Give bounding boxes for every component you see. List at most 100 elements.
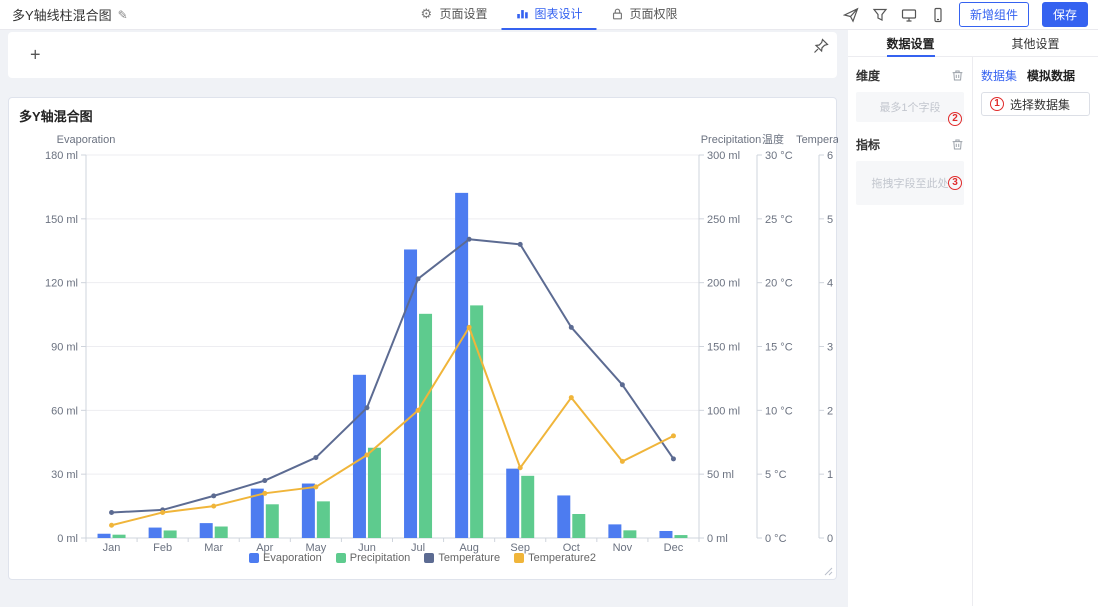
bar-series-Evaporation — [98, 193, 673, 538]
axis-tick-label: 0 ml — [57, 533, 78, 545]
tab-chart-design[interactable]: 图表设计 — [501, 0, 596, 30]
axis-tick-label: 300 ml — [707, 150, 740, 162]
chart-widget-card[interactable]: 多Y轴混合图 0 ml30 ml60 ml90 ml120 ml150 ml18… — [8, 97, 837, 580]
legend-swatch — [336, 553, 346, 563]
axis-tick-label: 50 ml — [707, 469, 734, 481]
mobile-preview-icon[interactable] — [930, 7, 946, 23]
desktop-preview-icon[interactable] — [901, 7, 917, 23]
axis-tick-label: 180 ml — [45, 150, 78, 162]
axis-tick-label: 150 ml — [707, 342, 740, 354]
line-point — [620, 382, 625, 387]
line-point — [160, 510, 165, 515]
axis-tick-label: 0 — [827, 533, 833, 545]
dimension-trash-icon[interactable] — [951, 69, 964, 82]
header-tab-bar: ⚙ 页面设置 图表设计 页面权限 — [406, 0, 691, 30]
dataset-select[interactable]: 1 选择数据集 — [981, 92, 1090, 116]
legend-item[interactable]: Precipitation — [336, 552, 411, 564]
tab-page-permissions[interactable]: 页面权限 — [597, 0, 692, 30]
line-point — [671, 433, 676, 438]
tab-page-settings[interactable]: ⚙ 页面设置 — [406, 0, 501, 30]
line-point — [620, 459, 625, 464]
save-button[interactable]: 保存 — [1042, 2, 1088, 27]
mock-data-tab[interactable]: 模拟数据 — [1027, 67, 1075, 84]
publish-send-icon[interactable] — [843, 7, 859, 23]
bar — [215, 527, 228, 538]
legend-label: Precipitation — [350, 552, 411, 564]
pin-icon[interactable] — [813, 38, 829, 54]
line-point — [671, 456, 676, 461]
page-title: 多Y轴线柱混合图 — [12, 5, 112, 24]
metric-dropzone[interactable]: 拖拽字段至此处 3 — [856, 161, 964, 205]
axis-tick-label: 120 ml — [45, 278, 78, 290]
axis-tick-label: 4 — [827, 278, 833, 290]
line-point — [518, 242, 523, 247]
legend-item[interactable]: Temperature — [424, 552, 500, 564]
tab-data-settings[interactable]: 数据设置 — [848, 30, 973, 56]
line-point — [569, 325, 574, 330]
edit-title-icon[interactable]: ✎ — [118, 8, 128, 22]
chart-plot: 0 ml30 ml60 ml90 ml120 ml150 ml180 mlEva… — [9, 98, 838, 581]
empty-component-panel[interactable]: + — [8, 32, 837, 78]
legend-label: Evaporation — [263, 552, 322, 564]
axis-name: Evaporation — [57, 134, 116, 146]
line-point — [569, 395, 574, 400]
axis-name: Temperat — [796, 134, 838, 146]
legend-item[interactable]: Evaporation — [249, 552, 322, 564]
field-config-column: 维度 最多1个字段 2 指标 拖拽字段至 — [848, 57, 973, 606]
bar — [200, 523, 213, 538]
tab-other-settings[interactable]: 其他设置 — [973, 30, 1098, 56]
line-point — [467, 325, 472, 330]
bar — [164, 530, 177, 538]
axis-tick-label: 90 ml — [51, 342, 78, 354]
axis-tick-label: 60 ml — [51, 405, 78, 417]
bar — [149, 528, 162, 538]
axis-tick-label: 10 °C — [765, 405, 793, 417]
axis-tick-label: 30 °C — [765, 150, 793, 162]
axis-tick-label: 5 — [827, 214, 833, 226]
settings-sidebar: 数据设置 其他设置 维度 最多1个字段 2 指标 — [848, 30, 1098, 607]
line-point — [262, 491, 267, 496]
axis-tick-label: 0 °C — [765, 533, 787, 545]
dimension-dropzone[interactable]: 最多1个字段 2 — [856, 92, 964, 122]
bar — [113, 535, 126, 538]
bar — [266, 504, 279, 538]
line-point — [416, 408, 421, 413]
gear-icon: ⚙ — [420, 7, 434, 21]
legend-item[interactable]: Temperature2 — [514, 552, 596, 564]
line-point — [211, 504, 216, 509]
bar — [623, 530, 636, 538]
chart-icon — [515, 7, 529, 21]
bar — [674, 535, 687, 538]
bar — [608, 524, 621, 538]
line-point — [109, 510, 114, 515]
lock-icon — [611, 7, 625, 21]
legend-label: Temperature2 — [528, 552, 596, 564]
bar — [521, 476, 534, 538]
bar — [470, 305, 483, 538]
dimension-section-title: 维度 — [856, 67, 880, 84]
sidebar-tab-bar: 数据设置 其他设置 — [848, 30, 1098, 57]
axis-tick-label: 3 — [827, 342, 833, 354]
line-series-Temperature2 — [112, 327, 674, 525]
metric-trash-icon[interactable] — [951, 138, 964, 151]
axis-name: 温度 — [762, 132, 784, 146]
annotation-3: 3 — [948, 176, 962, 190]
bar — [98, 534, 111, 538]
axis-tick-label: 150 ml — [45, 214, 78, 226]
dataset-source-tab[interactable]: 数据集 — [981, 67, 1017, 84]
line-point — [364, 405, 369, 410]
filter-icon[interactable] — [872, 7, 888, 23]
bar — [317, 501, 330, 538]
line-point — [211, 493, 216, 498]
line-point — [416, 276, 421, 281]
resize-handle[interactable] — [823, 566, 833, 576]
line-point — [313, 455, 318, 460]
line-point — [262, 478, 267, 483]
add-component-button[interactable]: 新增组件 — [959, 2, 1029, 27]
axis-tick-label: 1 — [827, 469, 833, 481]
bar — [557, 495, 570, 538]
axis-tick-label: 20 °C — [765, 278, 793, 290]
bar — [659, 531, 672, 538]
line-point — [467, 237, 472, 242]
add-plus-button[interactable]: + — [30, 45, 41, 66]
